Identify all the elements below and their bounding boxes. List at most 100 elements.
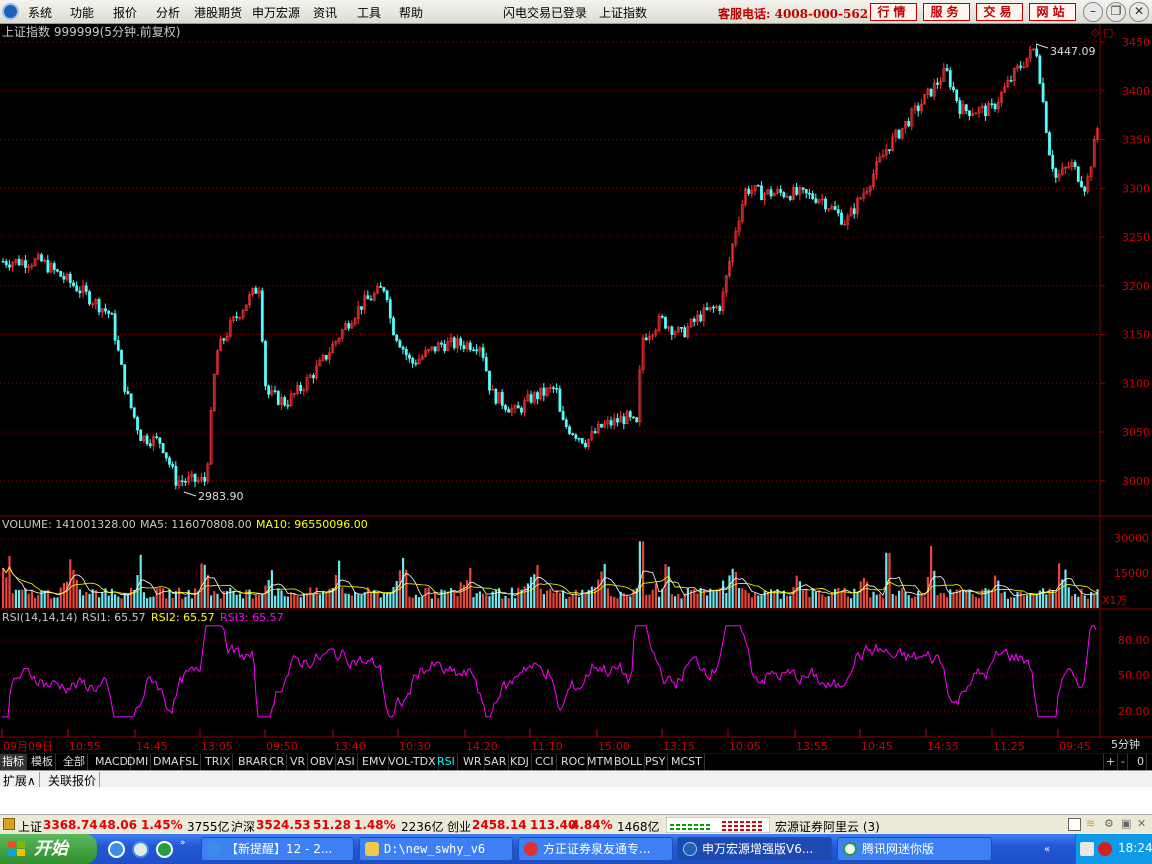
reset-zoom-button[interactable]: 0 [1135, 754, 1147, 770]
tab-asi[interactable]: ASI [335, 754, 358, 770]
tray-expand-icon[interactable]: « [1044, 844, 1054, 855]
menu-analysis[interactable]: 分析 [156, 4, 180, 21]
tab-vol-tdx[interactable]: VOL-TDX [386, 754, 439, 770]
tab-sar[interactable]: SAR [482, 754, 510, 770]
tab-all[interactable]: 全部 [61, 754, 88, 770]
volume-bar [859, 581, 862, 608]
website-button[interactable]: 网站 [1029, 3, 1076, 21]
menu-swhy[interactable]: 申万宏源 [252, 4, 300, 21]
tab-psy[interactable]: PSY [643, 754, 669, 770]
trade-button[interactable]: 交易 [976, 3, 1023, 21]
volume-bar [626, 595, 629, 608]
candle-body [148, 443, 152, 447]
volume-bar [408, 596, 411, 608]
task-folder[interactable]: D:\new_swhy_v6 [359, 837, 513, 861]
cy-index-name[interactable]: 创业 [447, 818, 471, 835]
tab-dmi[interactable]: DMI [125, 754, 152, 770]
tab-cci[interactable]: CCI [533, 754, 557, 770]
time-tick-label: 14:35 [927, 740, 959, 753]
zoom-in-button[interactable]: + [1103, 754, 1119, 770]
menu-help[interactable]: 帮助 [399, 4, 423, 21]
candle-body [62, 276, 66, 280]
task-reminder[interactable]: 【新提醒】12 - 2... [201, 837, 354, 861]
tab-template[interactable]: 模板 [29, 754, 56, 770]
volume-bar [958, 589, 961, 608]
tab-kdj[interactable]: KDJ [508, 754, 532, 770]
menu-function[interactable]: 功能 [70, 4, 94, 21]
window-toggle-icon[interactable]: ▢ [1103, 26, 1113, 39]
tab-rsi[interactable]: RSI [435, 754, 458, 770]
volume-bar [414, 594, 417, 608]
volume-bar [1096, 589, 1099, 608]
restore-icon[interactable]: ❐ [1106, 2, 1126, 22]
volume-bar [267, 580, 270, 608]
volume-bar [107, 595, 110, 608]
ie2-quicklaunch-icon[interactable] [132, 841, 149, 858]
menu-news[interactable]: 资讯 [313, 4, 337, 21]
tab-indicator[interactable]: 指标 [0, 754, 27, 770]
task-tencent[interactable]: 腾讯网迷你版 [837, 837, 992, 861]
diamond-icon[interactable]: ◇ [1091, 26, 1100, 39]
ticker-close-icon[interactable]: ✕ [1137, 817, 1146, 830]
tab-obv[interactable]: OBV [308, 754, 337, 770]
candle-body [155, 436, 159, 439]
close-icon[interactable]: ✕ [1129, 2, 1149, 22]
quote-button[interactable]: 行情 [870, 3, 917, 21]
quicklaunch-expand-icon[interactable]: » [180, 838, 190, 848]
tray-shield-icon[interactable] [1098, 842, 1112, 856]
hs-index-name[interactable]: 沪深 [231, 818, 255, 835]
volume-bar [546, 590, 549, 608]
signal-icon[interactable]: ≋ [1086, 817, 1100, 831]
tab-brar[interactable]: BRAR [236, 754, 271, 770]
kline-chart-area[interactable]: 上证指数 999999(5分钟.前复权) 3450 3400 3350 3300 325… [0, 24, 1152, 753]
app-logo-icon[interactable] [2, 3, 19, 20]
tab-roc[interactable]: ROC [559, 754, 588, 770]
cy-index-pct: 4.84% [571, 818, 613, 832]
settings-icon[interactable]: ⚙ [1104, 817, 1114, 830]
sh-index-name[interactable]: 上证 [18, 818, 42, 835]
task-swhy[interactable]: 申万宏源增强版V6... [677, 837, 832, 861]
tab-fsl[interactable]: FSL [177, 754, 202, 770]
tab-mcst[interactable]: MCST [669, 754, 705, 770]
ticker-window-icon[interactable] [1068, 818, 1081, 831]
volume-bar [1003, 591, 1006, 608]
zoom-out-button[interactable]: - [1119, 754, 1128, 770]
minimize-icon[interactable]: – [1083, 2, 1103, 22]
volume-bar [334, 574, 337, 608]
lock-icon[interactable]: ▣ [1121, 817, 1131, 830]
tab-emv[interactable]: EMV [360, 754, 389, 770]
volume-bar [453, 591, 456, 608]
start-button[interactable]: 开始 [0, 834, 97, 864]
tab-trix[interactable]: TRIX [203, 754, 234, 770]
ticker-menu-icon[interactable] [3, 818, 15, 830]
volume-bar [734, 572, 737, 608]
menu-hk-futures[interactable]: 港股期货 [194, 4, 242, 21]
volume-bar [411, 597, 414, 608]
volume-bar [862, 577, 865, 608]
volume-bar [946, 597, 949, 608]
volume-bar [213, 591, 216, 608]
volume-bar [309, 587, 312, 608]
volume-bar [1026, 595, 1029, 608]
tab-cr[interactable]: CR [267, 754, 288, 770]
volume-bar [126, 593, 129, 608]
task-founder[interactable]: 方正证券泉友通专... [518, 837, 673, 861]
tab-boll[interactable]: BOLL [612, 754, 646, 770]
volume-bar [507, 598, 510, 608]
indicator-tab-bar: 指标 模板 全部 MACD DMI DMA FSL TRIX BRAR CR V… [0, 753, 1152, 770]
service-button[interactable]: 服务 [923, 3, 970, 21]
browser-quicklaunch-icon[interactable] [156, 841, 173, 858]
server-name[interactable]: 宏源证券阿里云 (3) [775, 818, 880, 835]
candle-body [1048, 132, 1051, 156]
period-label[interactable]: 5分钟 [1111, 737, 1140, 751]
volume-bar [898, 590, 901, 608]
menu-tools[interactable]: 工具 [357, 4, 381, 21]
menu-system[interactable]: 系统 [28, 4, 52, 21]
volume-bar [581, 589, 584, 608]
tab-vr[interactable]: VR [288, 754, 309, 770]
tray-app-icon[interactable] [1080, 842, 1094, 856]
candle-body [968, 110, 971, 116]
ie-quicklaunch-icon[interactable] [108, 841, 125, 858]
menu-quote[interactable]: 报价 [113, 4, 137, 21]
tab-wr[interactable]: WR [461, 754, 485, 770]
